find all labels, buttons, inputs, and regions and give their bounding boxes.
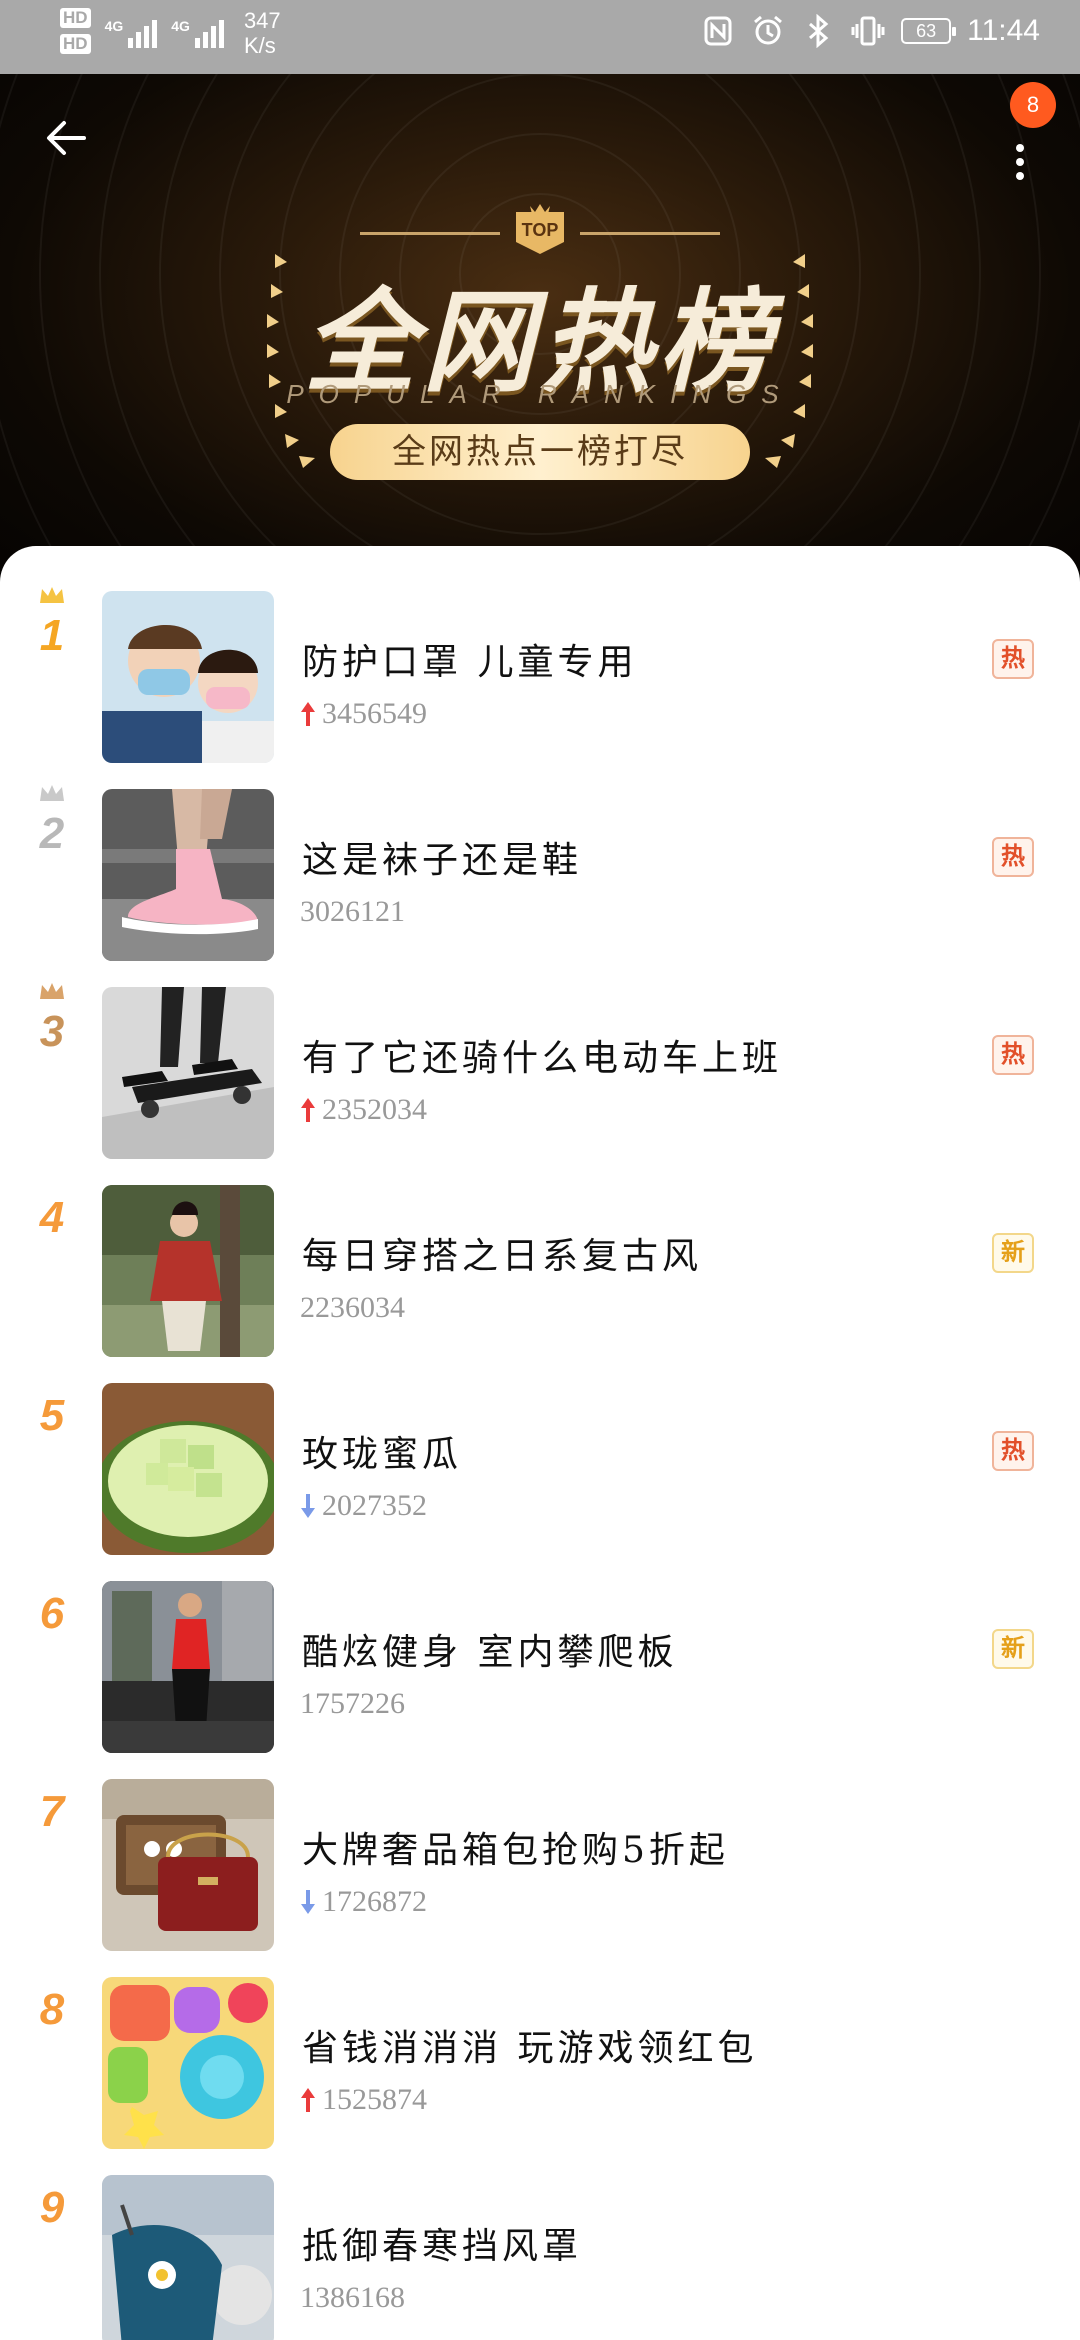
svg-text:TOP: TOP bbox=[522, 220, 559, 240]
thumbnail-image[interactable] bbox=[102, 1779, 274, 1951]
item-title: 玫珑蜜瓜 bbox=[302, 1434, 463, 1475]
bluetooth-icon bbox=[809, 14, 829, 48]
slogan-pill: 全网热点一榜打尽 bbox=[330, 424, 750, 480]
hd-badge-1: HD bbox=[60, 8, 91, 28]
back-arrow-icon[interactable] bbox=[40, 108, 100, 168]
alarm-icon bbox=[754, 15, 783, 45]
trend-down-icon bbox=[301, 1890, 315, 1914]
thumbnail-image[interactable] bbox=[102, 789, 274, 961]
item-title: 每日穿搭之日系复古风 bbox=[302, 1236, 703, 1277]
popularity-value: 2236034 bbox=[300, 1291, 405, 1324]
thumbnail-image[interactable] bbox=[102, 2175, 274, 2340]
network-type-2: 4G bbox=[171, 18, 190, 34]
list-item[interactable]: 7 大牌奢品箱包抢购5折起 1726872 bbox=[0, 1737, 1080, 1951]
item-title: 抵御春寒挡风罩 bbox=[302, 2226, 583, 2267]
popularity-value: 1757226 bbox=[300, 1687, 405, 1720]
item-title: 防护口罩 儿童专用 bbox=[302, 642, 638, 683]
new-badge: 新 bbox=[992, 1233, 1034, 1273]
popularity-value: 2352034 bbox=[322, 1093, 427, 1126]
rank-number: 9 bbox=[39, 2183, 65, 2232]
list-item[interactable]: 8 省钱消消消 玩游戏领红包 1525874 bbox=[0, 1935, 1080, 2149]
network-type-1: 4G bbox=[104, 18, 124, 34]
item-popularity: 1386168 bbox=[300, 2281, 405, 2315]
thumbnail-image[interactable] bbox=[102, 1185, 274, 1357]
list-item[interactable]: 4 每日穿搭之日系复古风 2236034 新 bbox=[0, 1143, 1080, 1357]
trend-down-icon bbox=[301, 1494, 315, 1518]
item-popularity: 3456549 bbox=[300, 697, 427, 731]
notification-badge: 8 bbox=[1010, 82, 1056, 128]
speed-value: 347 bbox=[243, 8, 281, 33]
status-bar: HD HD 4G 4G 347 K/s 63 11:44 bbox=[0, 0, 1080, 74]
list-item[interactable]: 9 抵御春寒挡风罩 1386168 bbox=[0, 2133, 1080, 2340]
popularity-value: 1525874 bbox=[322, 2083, 427, 2116]
item-popularity: 3026121 bbox=[300, 895, 405, 929]
thumbnail-image[interactable] bbox=[102, 1977, 274, 2149]
item-popularity: 2236034 bbox=[300, 1291, 405, 1325]
top-divider-right bbox=[580, 232, 720, 235]
nfc-icon bbox=[704, 16, 732, 46]
item-title: 这是袜子还是鞋 bbox=[302, 840, 583, 881]
hd-badge-2: HD bbox=[60, 34, 91, 54]
network-speed: 347 K/s bbox=[244, 8, 281, 58]
trend-up-icon bbox=[301, 1098, 315, 1122]
new-badge: 新 bbox=[992, 1629, 1034, 1669]
signal-icon-2: 4G bbox=[171, 8, 224, 52]
popularity-value: 3456549 bbox=[322, 697, 427, 730]
rank-number: 2 bbox=[39, 809, 65, 858]
item-popularity: 1757226 bbox=[300, 1687, 405, 1721]
hot-badge: 热 bbox=[992, 1431, 1034, 1471]
item-popularity: 1525874 bbox=[300, 2083, 427, 2117]
item-title: 有了它还骑什么电动车上班 bbox=[302, 1038, 783, 1079]
item-popularity: 2352034 bbox=[300, 1093, 427, 1127]
popularity-value: 1726872 bbox=[322, 1885, 427, 1918]
speed-unit: K/s bbox=[243, 33, 276, 58]
page-subtitle-en: POPULAR RANKINGS bbox=[286, 379, 794, 409]
rank-number: 3 bbox=[39, 1007, 65, 1056]
battery-icon: 63 bbox=[901, 18, 957, 44]
thumbnail-image[interactable] bbox=[102, 1383, 274, 1555]
popularity-value: 2027352 bbox=[322, 1489, 427, 1522]
trend-up-icon bbox=[301, 2088, 315, 2112]
thumbnail-image[interactable] bbox=[102, 987, 274, 1159]
rank-number: 1 bbox=[39, 611, 65, 660]
hot-badge: 热 bbox=[992, 837, 1034, 877]
list-item[interactable]: 3 有了它还骑什么电动车上班 2352034 热 bbox=[0, 945, 1080, 1159]
crown-icon bbox=[40, 785, 64, 801]
item-title: 大牌奢品箱包抢购5折起 bbox=[302, 1830, 729, 1871]
list-item[interactable]: 2 这是袜子还是鞋 3026121 热 bbox=[0, 747, 1080, 961]
item-popularity: 1726872 bbox=[300, 1885, 427, 1919]
rank-number: 4 bbox=[39, 1193, 65, 1242]
top-divider-left bbox=[360, 232, 500, 235]
vibrate-icon bbox=[851, 16, 885, 46]
item-title: 省钱消消消 玩游戏领红包 bbox=[302, 2028, 758, 2069]
status-left: HD HD 4G 4G 347 K/s bbox=[60, 8, 281, 58]
popularity-value: 1386168 bbox=[300, 2281, 405, 2314]
item-popularity: 2027352 bbox=[300, 1489, 427, 1523]
crown-icon bbox=[40, 983, 64, 999]
rank-number: 8 bbox=[39, 1985, 65, 2034]
hd-indicators: HD HD bbox=[60, 8, 91, 54]
ranking-list: 1 防护口罩 儿童专用 3456549 热 2 这是袜子还是鞋 3026121 热 3 有了它还骑… bbox=[0, 546, 1080, 2340]
thumbnail-image[interactable] bbox=[102, 591, 274, 763]
clock: 11:44 bbox=[967, 14, 1040, 47]
status-right: 63 11:44 bbox=[701, 14, 1040, 48]
list-item[interactable]: 5 玫珑蜜瓜 2027352 热 bbox=[0, 1341, 1080, 1555]
rank-number: 6 bbox=[39, 1589, 65, 1638]
banner-header: 8 TOP 全网热榜 POPULAR RANKINGS 全网热点一榜打尽 bbox=[0, 74, 1080, 594]
crown-icon bbox=[40, 587, 64, 603]
top-crown-badge: TOP bbox=[516, 204, 564, 254]
hot-badge: 热 bbox=[992, 639, 1034, 679]
list-item[interactable]: 6 酷炫健身 室内攀爬板 1757226 新 bbox=[0, 1539, 1080, 1753]
trend-up-icon bbox=[301, 702, 315, 726]
thumbnail-image[interactable] bbox=[102, 1581, 274, 1753]
rank-number: 5 bbox=[39, 1391, 65, 1440]
signal-icon-1: 4G bbox=[105, 8, 158, 52]
hot-badge: 热 bbox=[992, 1035, 1034, 1075]
item-title: 酷炫健身 室内攀爬板 bbox=[302, 1632, 678, 1673]
rank-number: 7 bbox=[39, 1787, 65, 1836]
popularity-value: 3026121 bbox=[300, 895, 405, 928]
list-item[interactable]: 1 防护口罩 儿童专用 3456549 热 bbox=[0, 549, 1080, 763]
